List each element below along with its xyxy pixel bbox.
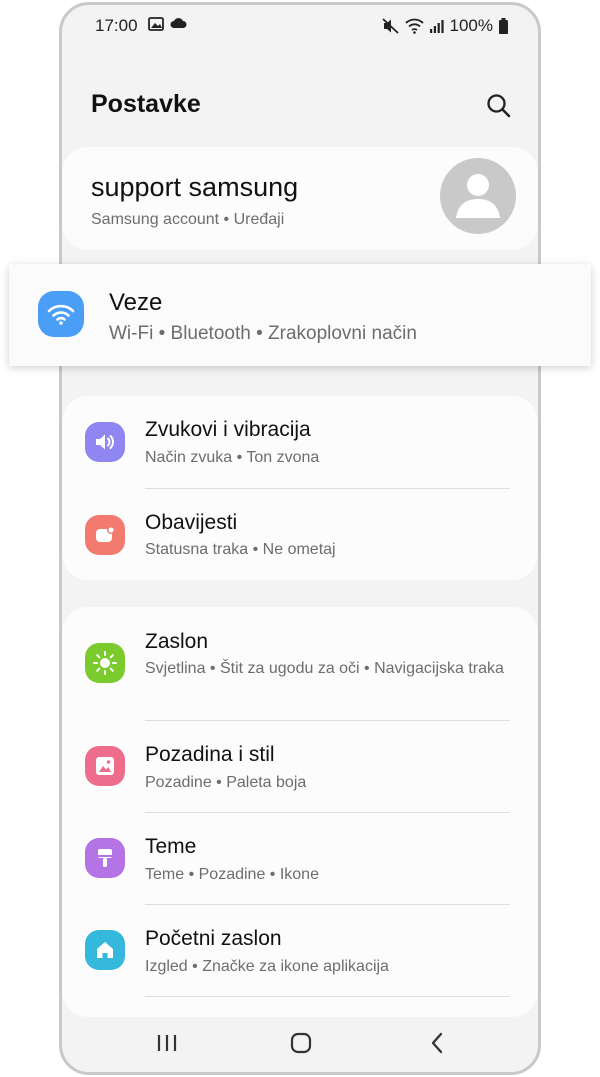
mute-icon bbox=[381, 18, 399, 34]
settings-group-display: Zaslon Svjetlina • Štit za ugodu za oči … bbox=[62, 607, 538, 1017]
status-left-icons bbox=[148, 17, 187, 31]
settings-item-display[interactable]: Zaslon Svjetlina • Štit za ugodu za oči … bbox=[62, 607, 538, 720]
item-title: Zvukovi i vibracija bbox=[145, 418, 311, 441]
item-subtitle: Izgled • Značke za ikone aplikacija bbox=[145, 958, 389, 975]
item-title: Zaslon bbox=[145, 630, 209, 653]
brush-icon bbox=[85, 838, 125, 878]
search-button[interactable] bbox=[484, 91, 514, 121]
item-title: Obavijesti bbox=[145, 511, 238, 534]
back-icon bbox=[431, 1032, 443, 1054]
settings-item-sounds[interactable]: Zvukovi i vibracija Način zvuka • Ton zv… bbox=[62, 396, 538, 488]
account-subtitle: Samsung account • Uređaji bbox=[91, 211, 285, 228]
settings-item-connections[interactable]: Veze Wi-Fi • Bluetooth • Zrakoplovni nač… bbox=[9, 264, 591, 366]
home-button[interactable] bbox=[281, 1028, 321, 1058]
speaker-icon bbox=[85, 422, 125, 462]
item-title: Teme bbox=[145, 835, 197, 858]
back-button[interactable] bbox=[417, 1028, 457, 1058]
avatar[interactable] bbox=[440, 158, 516, 234]
item-subtitle: Wi-Fi • Bluetooth • Zrakoplovni način bbox=[109, 323, 417, 344]
item-title: Veze bbox=[109, 289, 163, 316]
navigation-bar bbox=[62, 1014, 538, 1072]
status-bar: 17:00 100% bbox=[62, 5, 538, 45]
account-card[interactable]: support samsung Samsung account • Uređaj… bbox=[62, 147, 538, 250]
home-nav-icon bbox=[290, 1032, 312, 1054]
notification-icon bbox=[85, 515, 125, 555]
gallery-icon bbox=[148, 17, 164, 31]
signal-icon bbox=[429, 20, 444, 33]
settings-item-notifications[interactable]: Obavijesti Statusna traka • Ne ometaj bbox=[62, 489, 538, 580]
item-subtitle: Pozadine • Paleta boja bbox=[145, 774, 307, 791]
header: Postavke bbox=[62, 75, 538, 135]
status-time: 17:00 bbox=[95, 16, 138, 35]
item-subtitle: Statusna traka • Ne ometaj bbox=[145, 541, 336, 558]
search-icon bbox=[487, 94, 511, 118]
battery-level: 100% bbox=[449, 16, 493, 35]
cloud-icon bbox=[170, 18, 187, 28]
brightness-icon bbox=[85, 643, 125, 683]
settings-item-wallpaper[interactable]: Pozadina i stil Pozadine • Paleta boja bbox=[62, 721, 538, 812]
wifi-status-icon bbox=[404, 18, 424, 34]
item-subtitle: Svjetlina • Štit za ugodu za oči • Navig… bbox=[145, 660, 504, 677]
home-icon bbox=[85, 930, 125, 970]
settings-group-sound-notifications: Zvukovi i vibracija Način zvuka • Ton zv… bbox=[62, 396, 538, 580]
item-subtitle: Teme • Pozadine • Ikone bbox=[145, 866, 319, 883]
person-icon bbox=[456, 174, 500, 218]
wifi-icon bbox=[38, 291, 84, 337]
item-subtitle: Način zvuka • Ton zvona bbox=[145, 449, 320, 466]
phone-frame: 17:00 100% Postavke support samsung Sams… bbox=[59, 2, 541, 1075]
battery-icon bbox=[499, 18, 508, 34]
screen: 17:00 100% Postavke support samsung Sams… bbox=[0, 0, 600, 1077]
settings-item-home-screen[interactable]: Početni zaslon Izgled • Značke za ikone … bbox=[62, 905, 538, 996]
page-title: Postavke bbox=[91, 90, 201, 118]
status-right: 100% bbox=[381, 16, 508, 36]
account-name: support samsung bbox=[91, 172, 299, 202]
settings-item-themes[interactable]: Teme Teme • Pozadine • Ikone bbox=[62, 813, 538, 904]
image-icon bbox=[85, 746, 125, 786]
recents-button[interactable] bbox=[147, 1028, 187, 1058]
item-title: Početni zaslon bbox=[145, 927, 282, 950]
divider bbox=[145, 996, 510, 997]
recents-icon bbox=[157, 1035, 177, 1051]
item-title: Pozadina i stil bbox=[145, 743, 275, 766]
